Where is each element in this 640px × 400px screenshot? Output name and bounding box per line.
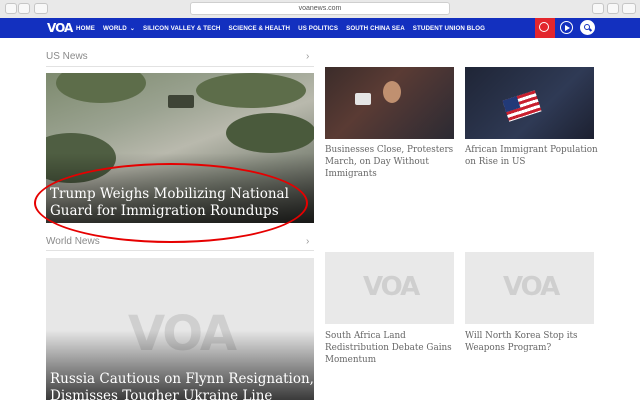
nav-home[interactable]: HOME: [76, 25, 95, 32]
flag-image: [502, 90, 542, 122]
nav-us-politics[interactable]: US POLITICS: [298, 25, 338, 32]
share-icon[interactable]: [592, 3, 604, 14]
divider: [46, 66, 314, 67]
radio-icon: [539, 22, 549, 32]
play-icon[interactable]: [560, 21, 573, 34]
world-feature-image[interactable]: VOA Russia Cautious on Flynn Resignation…: [46, 258, 314, 400]
voa-placeholder-logo: VOA: [363, 272, 420, 302]
chevron-right-icon[interactable]: ›: [306, 236, 309, 247]
address-bar[interactable]: voanews.com: [190, 2, 450, 15]
story-title[interactable]: Will North Korea Stop its Weapons Progra…: [465, 330, 600, 354]
nav-silicon-valley-tech[interactable]: SILICON VALLEY & TECH: [143, 25, 221, 32]
megaphone: [355, 93, 371, 105]
story-title[interactable]: Businesses Close, Protesters March, on D…: [325, 144, 460, 180]
red-annotation-ellipse: [34, 163, 308, 243]
story-thumbnail-placeholder[interactable]: VOA: [325, 252, 454, 324]
browser-toolbar: voanews.com: [0, 0, 640, 19]
chevron-down-icon: ⌄: [129, 25, 135, 32]
vehicle: [168, 95, 194, 108]
nav-science-health[interactable]: SCIENCE & HEALTH: [228, 25, 290, 32]
nav-south-china-sea[interactable]: SOUTH CHINA SEA: [346, 25, 405, 32]
section-title-world-news[interactable]: World News: [46, 236, 100, 247]
new-tab-icon[interactable]: [622, 3, 636, 14]
tabs-icon[interactable]: [607, 3, 619, 14]
search-button[interactable]: [580, 20, 595, 35]
world-headline-line1[interactable]: Russia Cautious on Flynn Resignation,: [50, 371, 314, 388]
story-thumbnail-flag[interactable]: [465, 67, 594, 139]
divider: [46, 250, 314, 251]
nav-world-label: WORLD: [102, 24, 127, 32]
nav-world[interactable]: WORLD ⌄: [103, 25, 135, 32]
chevron-right-icon[interactable]: ›: [306, 51, 309, 62]
story-title[interactable]: African Immigrant Population on Rise in …: [465, 144, 600, 168]
sidebar-icon[interactable]: [34, 3, 48, 14]
back-button[interactable]: [5, 3, 17, 14]
story-title[interactable]: South Africa Land Redistribution Debate …: [325, 330, 460, 366]
story-thumbnail-protest[interactable]: [325, 67, 454, 139]
world-headline-line2[interactable]: Dismisses Tougher Ukraine Line: [50, 388, 272, 400]
protester: [383, 81, 401, 103]
story-thumbnail-placeholder[interactable]: VOA: [465, 252, 594, 324]
nav-student-union-blog[interactable]: STUDENT UNION BLOG: [413, 25, 485, 32]
voa-logo[interactable]: VOA: [47, 21, 73, 35]
live-radio-button[interactable]: [535, 18, 555, 38]
section-title-us-news[interactable]: US News: [46, 51, 88, 62]
voa-placeholder-logo: VOA: [503, 272, 560, 302]
forward-button[interactable]: [18, 3, 30, 14]
